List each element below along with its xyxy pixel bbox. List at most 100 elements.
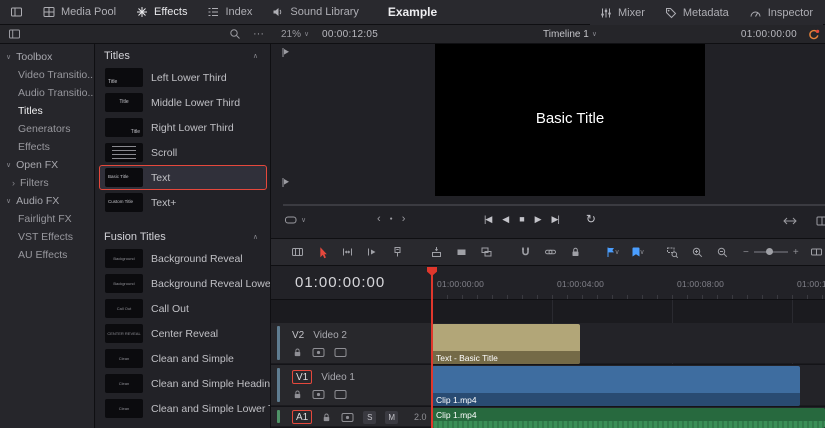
mixer-button[interactable]: Mixer [590, 0, 655, 25]
sound-library-button[interactable]: Sound Library [262, 0, 369, 24]
track-name-v1[interactable]: Video 1 [321, 372, 355, 383]
workspace-toggle-button[interactable] [0, 0, 33, 24]
first-frame-button[interactable]: |◀ [484, 214, 491, 225]
inspector-button[interactable]: Inspector [739, 0, 823, 25]
stop-button[interactable]: ■ [519, 214, 523, 224]
effect-item-clean-and-simple-heading[interactable]: Clean Clean and Simple Heading... [99, 371, 267, 396]
effect-label: Background Reveal Lower... [151, 278, 271, 290]
effect-item-right-lower-third[interactable]: Title Right Lower Third [99, 115, 267, 140]
play-reverse-button[interactable]: ◀ [502, 214, 508, 225]
detail-zoom-button[interactable] [685, 241, 710, 263]
track-id-v2[interactable]: V2 [292, 330, 304, 341]
track-header-v2[interactable]: V2 Video 2 [271, 323, 432, 363]
sidebar-item-vst-effects[interactable]: VST Effects [0, 228, 94, 246]
selection-mode-button[interactable] [310, 241, 335, 263]
sidebar-item-titles[interactable]: Titles [0, 102, 94, 120]
timeline-clip-audio[interactable]: Clip 1.mp4 [432, 408, 825, 428]
effect-item-text[interactable]: Basic Title Text [99, 165, 267, 190]
dynamic-trim-mode-button[interactable] [360, 241, 385, 263]
effects-search-button[interactable] [229, 25, 241, 43]
viewer-flag-bottom-icon[interactable] [281, 177, 292, 188]
match-frame-button[interactable] [783, 216, 797, 226]
sidebar-item-generators[interactable]: Generators [0, 120, 94, 138]
track-lock-icon[interactable] [292, 347, 303, 358]
effect-item-clean-and-simple-lower[interactable]: Clean Clean and Simple Lower T... [99, 396, 267, 421]
zoom-slider-thumb[interactable] [766, 248, 773, 255]
linked-selection-button[interactable] [538, 241, 563, 263]
auto-select-icon[interactable] [312, 389, 325, 400]
razor-edit-mode-button[interactable] [385, 241, 410, 263]
custom-zoom-button[interactable] [660, 241, 685, 263]
full-extent-zoom-button[interactable] [710, 241, 735, 263]
insert-clip-button[interactable] [424, 241, 449, 263]
effect-item-clean-and-simple[interactable]: Clean Clean and Simple [99, 346, 267, 371]
effect-item-middle-lower-third[interactable]: Title Middle Lower Third [99, 90, 267, 115]
auto-select-icon[interactable] [341, 412, 354, 423]
loop-button[interactable]: ↻ [586, 212, 596, 226]
replace-clip-button[interactable] [474, 241, 499, 263]
mute-button[interactable]: M [385, 411, 398, 424]
auto-select-icon[interactable] [312, 347, 325, 358]
last-frame-button[interactable]: ▶| [552, 214, 559, 225]
play-button[interactable]: ▶ [535, 214, 541, 225]
track-header-v1[interactable]: V1 Video 1 [271, 365, 432, 405]
media-pool-button[interactable]: Media Pool [33, 0, 126, 24]
effects-library-button[interactable]: Effects [126, 0, 197, 24]
effect-item-background-reveal-lower[interactable]: Background Background Reveal Lower... [99, 271, 267, 296]
effect-item-background-reveal[interactable]: Background Background Reveal [99, 246, 267, 271]
edit-index-button[interactable]: Index [197, 0, 262, 24]
zoom-slider-track[interactable] [754, 251, 788, 253]
overwrite-clip-button[interactable] [449, 241, 474, 263]
metadata-button[interactable]: Metadata [655, 0, 739, 25]
resync-indicator-button[interactable] [807, 25, 820, 43]
titles-group-header[interactable]: Titles ∧ [96, 47, 270, 65]
sidebar-item-filters[interactable]: ›Filters [0, 174, 94, 192]
effect-item-call-out[interactable]: Call Out Call Out [99, 296, 267, 321]
sidebar-item-video-transitions[interactable]: Video Transitio... [0, 66, 94, 84]
effect-item-left-lower-third[interactable]: Title Left Lower Third [99, 65, 267, 90]
track-lock-icon[interactable] [321, 412, 332, 423]
zoom-slider[interactable]: − + [743, 247, 799, 258]
viewer-zoom-select[interactable]: 21% ∨ [281, 25, 309, 43]
flag-button[interactable]: ∨ [600, 241, 625, 263]
sidebar-item-audio-transitions[interactable]: Audio Transitio... [0, 84, 94, 102]
track-id-a1[interactable]: A1 [292, 410, 312, 424]
fusion-titles-group-header[interactable]: Fusion Titles ∧ [96, 228, 270, 246]
timeline-view-options-button[interactable] [285, 241, 310, 263]
timeline-ruler[interactable]: 01:00:00:00 01:00:00:00 01:00:04:00 01:0… [271, 266, 825, 300]
viewer-scrubber-bar[interactable] [283, 204, 825, 206]
effect-item-text-plus[interactable]: Custom Title Text+ [99, 190, 267, 215]
track-header-a1[interactable]: A1 S M 2.0 [271, 407, 432, 426]
marker-button[interactable]: ∨ [625, 241, 650, 263]
solo-button[interactable]: S [363, 411, 376, 424]
timeline-clip-title[interactable]: Text - Basic Title [432, 324, 580, 364]
position-lock-button[interactable] [563, 241, 588, 263]
viewer-overlay-tool-button[interactable]: ∨ [284, 214, 306, 226]
track-name-v2[interactable]: Video 2 [313, 330, 347, 341]
track-enable-icon[interactable] [334, 347, 347, 358]
effect-item-scroll[interactable]: Scroll [99, 140, 267, 165]
trim-edit-mode-button[interactable] [335, 241, 360, 263]
sidebar-item-fairlight-fx[interactable]: Fairlight FX [0, 210, 94, 228]
panel-layout-button[interactable] [8, 25, 21, 43]
viewer-edge-button[interactable] [816, 216, 825, 226]
previous-clip-button[interactable]: ‹ [377, 213, 381, 225]
sidebar-item-toolbox[interactable]: ∨Toolbox [0, 48, 94, 66]
effects-options-menu[interactable]: ··· [253, 25, 264, 43]
playhead-line[interactable] [431, 267, 433, 428]
viewer-canvas[interactable]: Basic Title [435, 44, 705, 196]
viewer-flag-top-icon[interactable] [281, 47, 292, 58]
sidebar-item-effects[interactable]: Effects [0, 138, 94, 156]
next-clip-button[interactable]: › [402, 213, 406, 225]
track-enable-icon[interactable] [334, 389, 347, 400]
effect-item-center-reveal[interactable]: CENTER REVEAL Center Reveal [99, 321, 267, 346]
sidebar-item-audio-fx[interactable]: ∨Audio FX [0, 192, 94, 210]
sidebar-item-au-effects[interactable]: AU Effects [0, 246, 94, 264]
track-id-v1[interactable]: V1 [292, 370, 312, 384]
timeline-selector[interactable]: Timeline 1 ∨ [435, 25, 705, 43]
timeline-right-panel-button[interactable] [804, 241, 825, 263]
snapping-button[interactable] [513, 241, 538, 263]
track-lock-icon[interactable] [292, 389, 303, 400]
timeline-clip-video[interactable]: Clip 1.mp4 [432, 366, 800, 406]
sidebar-item-open-fx[interactable]: ∨Open FX [0, 156, 94, 174]
